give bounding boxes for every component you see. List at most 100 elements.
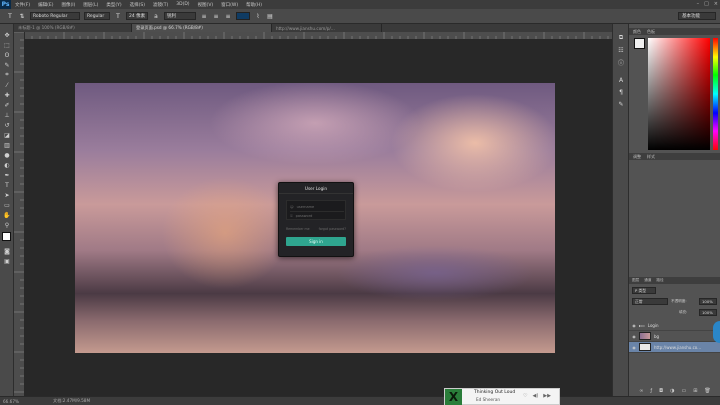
brush-panel-icon[interactable]: ✎ [613, 98, 629, 110]
fx-icon[interactable]: ƒ [650, 388, 652, 394]
workspace-select[interactable]: 基本功能 [678, 12, 716, 20]
align-center-icon[interactable]: ≡ [212, 12, 220, 20]
paragraph-panel-icon[interactable]: ¶ [613, 86, 629, 98]
history-brush-tool-icon[interactable]: ↺ [0, 120, 14, 130]
adjustment-layer-icon[interactable]: ◑ [670, 388, 674, 394]
menu-bar: Ps 文件(F) 编辑(E) 图像(I) 图层(L) 类型(Y) 选择(S) 滤… [0, 0, 720, 9]
menu-image[interactable]: 图像(I) [57, 2, 79, 8]
eyedropper-tool-icon[interactable]: ⁄ [0, 80, 14, 90]
fill-field[interactable]: 100% [699, 309, 717, 316]
anti-alias-select[interactable]: 锐利 [164, 12, 196, 20]
font-style-select[interactable]: Regular [84, 12, 110, 20]
orientation-toggle-icon[interactable]: ⇅ [18, 12, 26, 20]
brush-tool-icon[interactable]: ✐ [0, 100, 14, 110]
visibility-eye-icon[interactable]: ◉ [629, 323, 639, 328]
eraser-tool-icon[interactable]: ◪ [0, 130, 14, 140]
visibility-eye-icon[interactable]: ◉ [629, 334, 639, 339]
layer-kind-filter[interactable]: P 类型 [632, 287, 656, 294]
new-group-icon[interactable]: ▭ [681, 388, 686, 394]
menu-help[interactable]: 帮助(H) [242, 2, 266, 8]
blend-mode-select[interactable]: 正常 [632, 298, 668, 305]
floating-assist-icon[interactable] [713, 321, 720, 343]
forgot-password-link[interactable]: forgot password? [319, 227, 346, 231]
menu-layer[interactable]: 图层(L) [79, 2, 102, 8]
menu-edit[interactable]: 编辑(E) [34, 2, 57, 8]
blur-tool-icon[interactable]: ● [0, 150, 14, 160]
marquee-tool-icon[interactable]: ⬚ [0, 40, 14, 50]
menu-window[interactable]: 窗口(W) [217, 2, 242, 8]
delete-layer-icon[interactable]: 🗑︎ [704, 388, 710, 394]
link-layers-icon[interactable]: ∞ [639, 388, 643, 394]
info-panel-icon[interactable]: ⓘ [613, 56, 629, 68]
menu-type[interactable]: 类型(Y) [102, 2, 125, 8]
align-left-icon[interactable]: ≡ [200, 12, 208, 20]
quick-mask-icon[interactable]: ◙ [0, 246, 14, 256]
tab-channels[interactable]: 通道 [644, 278, 651, 283]
pen-tool-icon[interactable]: ✒ [0, 170, 14, 180]
minimize-button[interactable]: – [697, 1, 700, 7]
layer-row[interactable]: ◉ ▸▭ Login [629, 320, 720, 331]
stamp-tool-icon[interactable]: ⊥ [0, 110, 14, 120]
fg-bg-colors[interactable] [0, 230, 14, 246]
path-select-tool-icon[interactable]: ➤ [0, 190, 14, 200]
menu-file[interactable]: 文件(F) [11, 2, 34, 8]
menu-filter[interactable]: 滤镜(T) [149, 2, 172, 8]
menu-3d[interactable]: 3D(D) [172, 2, 193, 7]
font-family-select[interactable]: Roboto Regular [30, 12, 80, 20]
quick-select-tool-icon[interactable]: ✎ [0, 60, 14, 70]
warp-text-icon[interactable]: ⌇ [254, 12, 262, 20]
remember-checkbox[interactable]: Remember me [286, 227, 310, 231]
volume-icon[interactable]: ◀) [532, 393, 538, 399]
color-picker-field[interactable] [648, 38, 710, 150]
healing-tool-icon[interactable]: ✚ [0, 90, 14, 100]
layer-row[interactable]: ◉ bg 🔒︎ [629, 331, 720, 342]
character-panel-icon[interactable]: A [613, 74, 629, 86]
type-tool-icon[interactable]: T [0, 180, 14, 190]
close-button[interactable]: × [714, 1, 718, 7]
maximize-button[interactable]: □ [704, 1, 709, 7]
crop-tool-icon[interactable]: ⌗ [0, 70, 14, 80]
tab-paths[interactable]: 路径 [656, 278, 663, 283]
tab-layers[interactable]: 图层 [632, 278, 639, 283]
new-layer-icon[interactable]: ⊞ [693, 388, 697, 394]
zoom-tool-icon[interactable]: ⚲ [0, 220, 14, 230]
like-icon[interactable]: ♡ [523, 393, 527, 399]
gradient-tool-icon[interactable]: ▥ [0, 140, 14, 150]
layer-name: http://www.jianshu.co... [654, 344, 701, 350]
dodge-tool-icon[interactable]: ◐ [0, 160, 14, 170]
music-player-widget[interactable]: X Thinking Out Loud Ed Sheeran ♡ ◀) ▶▶ [444, 388, 560, 405]
doc-tab-2[interactable]: 登录页面.psd @ 66.7% (RGB/8#) [132, 24, 272, 32]
password-field[interactable]: ⚿ password [290, 211, 344, 220]
type-tool-icon[interactable]: T [6, 12, 14, 20]
tab-styles[interactable]: 样式 [647, 154, 655, 160]
properties-panel-icon[interactable]: ☷ [613, 44, 629, 56]
next-track-icon[interactable]: ▶▶ [543, 393, 551, 399]
layer-row-selected[interactable]: ◉ http://www.jianshu.co... [629, 342, 720, 353]
tab-color[interactable]: 颜色 [633, 29, 641, 35]
menu-select[interactable]: 选择(S) [126, 2, 149, 8]
move-tool-icon[interactable]: ✥ [0, 30, 14, 40]
doc-tab-3[interactable]: http://www.jianshu.com/p/... [272, 24, 382, 32]
character-panel-icon[interactable]: ▤ [266, 12, 274, 20]
hue-slider[interactable] [713, 38, 718, 150]
opacity-field[interactable]: 100% [699, 298, 717, 305]
tab-swatches[interactable]: 色板 [647, 29, 655, 35]
mask-icon[interactable]: ◘ [659, 388, 663, 394]
history-panel-icon[interactable]: ⧉ [613, 32, 629, 44]
shape-tool-icon[interactable]: ▭ [0, 200, 14, 210]
hand-tool-icon[interactable]: ✋ [0, 210, 14, 220]
screen-mode-icon[interactable]: ▣ [0, 256, 14, 266]
doc-tab-1[interactable]: 未标题-1 @ 100% (RGB/8#) [14, 24, 132, 32]
lasso-tool-icon[interactable]: ʘ [0, 50, 14, 60]
track-title: Thinking Out Loud [474, 390, 516, 395]
foreground-color-swatch[interactable] [2, 232, 11, 241]
sign-in-button[interactable]: Sign in [286, 237, 346, 246]
tab-adjustments[interactable]: 调整 [633, 154, 641, 160]
align-right-icon[interactable]: ≡ [224, 12, 232, 20]
visibility-eye-icon[interactable]: ◉ [629, 345, 639, 350]
font-size-select[interactable]: 24 像素 [126, 12, 148, 20]
menu-view[interactable]: 视图(V) [194, 2, 218, 8]
text-color-swatch[interactable] [236, 12, 250, 20]
zoom-level[interactable]: 66.67% [3, 399, 33, 404]
foreground-color-indicator[interactable] [634, 38, 645, 49]
